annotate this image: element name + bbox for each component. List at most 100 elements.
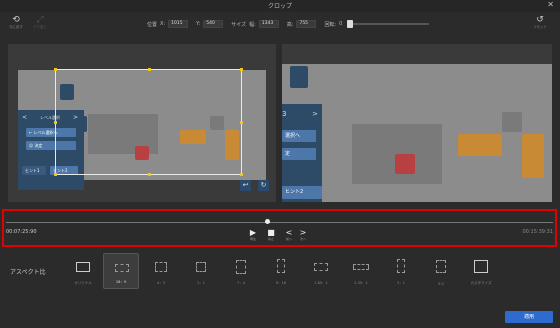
crop-handle-top-right[interactable]	[240, 68, 243, 71]
chevron-left-icon[interactable]: <	[22, 114, 27, 121]
chevron-left-icon: <	[285, 228, 293, 237]
close-icon[interactable]: ✕	[547, 0, 554, 9]
rotation-label: 回転:	[324, 21, 337, 28]
result-back-button: 選択へ	[282, 130, 316, 142]
redo-icon: ⤢	[36, 15, 44, 25]
ratio-7-4-label: 7：4	[237, 281, 245, 285]
x-label: X:	[160, 21, 166, 27]
custom-ratio-icon	[474, 260, 488, 273]
hint1-button[interactable]: ヒント1	[22, 166, 46, 175]
crop-handle-bottom-right[interactable]	[240, 173, 243, 176]
y-label: Y:	[196, 21, 201, 27]
x-input[interactable]: 1015	[168, 20, 189, 28]
ratio-1-85-1-icon	[314, 263, 328, 271]
ratio-9-16[interactable]: 9：16	[263, 253, 299, 289]
prev-frame-label: 前へ	[285, 237, 292, 241]
ratio-3-1-label: 3：1	[397, 281, 405, 285]
result-chevron-right-icon: >	[312, 110, 318, 118]
ratio-1-1[interactable]: 1：1	[183, 253, 219, 289]
redo-button[interactable]: ⤢ やり直し	[30, 15, 50, 30]
undo-button[interactable]: ⟲ 元に戻す	[6, 15, 26, 30]
size-label: サイズ	[231, 21, 247, 28]
ratio-4-3-label: 4：3	[157, 281, 165, 285]
result-orange-box-tall	[522, 134, 544, 178]
crop-handle-left[interactable]	[54, 121, 57, 124]
ratio-4-3-icon	[155, 262, 167, 272]
crop-handle-top-left[interactable]	[54, 68, 57, 71]
ratio-original-label: オリジナル	[74, 281, 92, 285]
prev-frame-button[interactable]: < 前へ	[282, 228, 296, 241]
timeline-track[interactable]	[6, 222, 553, 223]
aspect-ratio-label: アスペクト比	[10, 269, 46, 276]
ratio-7-4[interactable]: 7：4	[223, 253, 259, 289]
ratio-original[interactable]: オリジナル	[65, 253, 101, 289]
result-gray-box	[502, 112, 522, 132]
ratio-1-1-icon	[196, 262, 206, 272]
rotate-icon[interactable]: ↻	[258, 180, 269, 191]
original-ratio-icon	[76, 262, 90, 272]
apply-button[interactable]: 適用	[505, 311, 553, 323]
play-icon: ▶	[249, 228, 257, 237]
crop-frame[interactable]	[54, 68, 243, 176]
next-frame-label: 次へ	[299, 237, 306, 241]
result-red-box	[395, 154, 415, 174]
undo-icon: ⟲	[12, 15, 20, 25]
height-label: 高:	[286, 21, 294, 28]
ratio-custom-label: カスタマイズ	[470, 281, 492, 285]
crop-handle-top[interactable]	[148, 68, 151, 71]
crop-handle-bottom-left[interactable]	[54, 173, 57, 176]
reset-button[interactable]: ↺ リセット	[530, 15, 550, 30]
ratio-4-3[interactable]: 4：3	[143, 253, 179, 289]
rotation-slider[interactable]	[347, 20, 430, 28]
width-label: 幅:	[249, 21, 256, 28]
crop-handle-right[interactable]	[240, 121, 243, 124]
stop-label: 停止	[267, 237, 274, 241]
title-bar: クロップ ✕	[0, 0, 560, 12]
rotation-slider-knob[interactable]	[347, 20, 354, 28]
ratio-9-16-label: 9：16	[275, 281, 287, 285]
ratio-3-1-icon	[397, 259, 405, 273]
reset-icon: ↺	[536, 15, 544, 25]
timeline: 00:07:25:90 ▶ 再生 ■ 停止 < 前へ > 次へ 00:15:39…	[2, 209, 557, 247]
result-hint-button: ヒント2	[282, 186, 322, 199]
ratio-16-9-label: 16：9	[115, 280, 127, 284]
result-navy-box	[290, 66, 308, 88]
result-panel-header: 3	[282, 110, 287, 118]
redo-label: やり直し	[33, 25, 47, 29]
next-frame-button[interactable]: > 次へ	[296, 228, 310, 241]
position-label: 位置	[147, 21, 158, 28]
result-orange-box	[458, 134, 502, 156]
result-level-panel: 3 > 選択へ 定 ヒント2	[282, 104, 322, 202]
result-confirm-button: 定	[282, 148, 316, 160]
toolbar: ⟲ 元に戻す ⤢ やり直し 位置 X: 1015 Y: 540 サイズ 幅: 1…	[0, 12, 560, 38]
source-preview: < レベル選択 > ← レベル選択へ ☺ 決定 ヒント1 ヒント2 ↩ ↻	[8, 44, 276, 202]
rotation-value: 0	[339, 21, 343, 27]
width-input[interactable]: 1343	[258, 20, 279, 28]
ratio-16-9[interactable]: 16：9	[103, 253, 139, 289]
height-input[interactable]: 755	[296, 20, 317, 28]
crop-handle-bottom[interactable]	[148, 173, 151, 176]
ratio-2-35-1-icon	[353, 264, 369, 270]
ratio-2-35-1[interactable]: 2.35：1	[343, 253, 379, 289]
crop-fields: 位置 X: 1015 Y: 540 サイズ 幅: 1343 高: 755 回転:…	[147, 19, 430, 29]
ratio-1-85-1-label: 1.85：1	[314, 281, 328, 285]
window-title: クロップ	[267, 3, 292, 10]
ratio-3-1[interactable]: 3：1	[383, 253, 419, 289]
ratio-1-85-1[interactable]: 1.85：1	[303, 253, 339, 289]
ratio-2-35-1-label: 2.35：1	[354, 281, 368, 285]
ratio-5-2[interactable]: 5:2	[423, 253, 459, 289]
ratio-5-2-icon	[436, 260, 446, 273]
ratio-custom[interactable]: カスタマイズ	[463, 253, 499, 289]
result-preview: 3 > 選択へ 定 ヒント2	[282, 44, 552, 202]
play-label: 再生	[249, 237, 256, 241]
y-input[interactable]: 540	[203, 20, 224, 28]
ratio-1-1-label: 1：1	[197, 281, 205, 285]
back-icon[interactable]: ↩	[240, 180, 251, 191]
ratio-9-16-icon	[277, 259, 285, 273]
play-button[interactable]: ▶ 再生	[246, 228, 260, 241]
stop-icon: ■	[267, 228, 275, 237]
ratio-7-4-icon	[236, 260, 246, 274]
reset-label: リセット	[533, 25, 547, 29]
stop-button[interactable]: ■ 停止	[264, 228, 278, 241]
playhead[interactable]	[265, 219, 270, 224]
